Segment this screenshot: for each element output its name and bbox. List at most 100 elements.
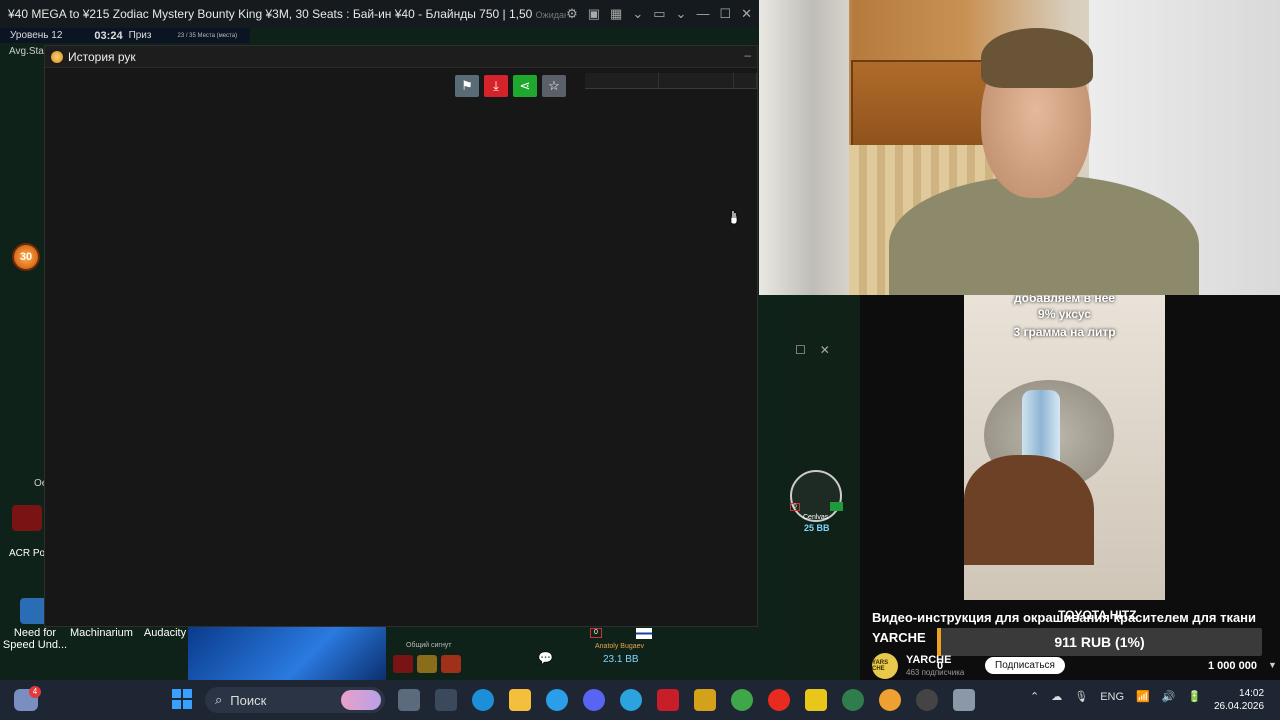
chevron-down-icon[interactable]: ⌄ — [632, 6, 643, 22]
hand-history-window: История рук – ⚑ ⤓ ⋖ ☆ — [44, 45, 758, 627]
donation-goal-fill — [937, 628, 941, 656]
chevron-down-icon[interactable]: ▼ — [1268, 660, 1277, 670]
notification-badge: 4 — [29, 686, 41, 698]
lobby-icon[interactable]: ▣ — [588, 6, 600, 22]
poker-app-icon[interactable] — [842, 689, 864, 711]
chevron-down-icon[interactable]: ⌄ — [676, 6, 687, 22]
clock-time: 14:02 — [1239, 688, 1265, 699]
hand-history-filter-fields[interactable] — [585, 73, 758, 89]
close-icon[interactable]: ✕ — [820, 343, 830, 357]
acr-poker-icon[interactable] — [879, 689, 901, 711]
seats-info: 23 / 35 Места (места) — [177, 32, 238, 39]
search-placeholder: Поиск — [230, 692, 267, 708]
video-hand — [964, 455, 1094, 565]
winamp-icon[interactable] — [694, 689, 716, 711]
pot-label: Общий сигнут — [406, 642, 452, 649]
player-badge: 0 — [790, 503, 800, 511]
poker-window-titlebar[interactable]: ¥40 MEGA to ¥215 Zodiac Mystery Bounty K… — [0, 0, 760, 28]
filter-field[interactable] — [585, 73, 660, 88]
webcam-person-hair — [981, 28, 1093, 88]
clock-date: 26.04.2026 — [1214, 701, 1265, 712]
casino-game-icons — [393, 655, 461, 673]
bet-flop-icon[interactable] — [441, 655, 461, 673]
flag-button[interactable]: ⚑ — [455, 75, 479, 97]
level-clock: 03:24 — [94, 29, 123, 42]
grid-icon[interactable]: ▦ — [610, 6, 622, 22]
settings-icon[interactable] — [953, 689, 975, 711]
minimize-button[interactable]: – — [744, 48, 751, 62]
poker-window-title: ¥40 MEGA to ¥215 Zodiac Mystery Bounty K… — [8, 7, 566, 21]
filter-field[interactable] — [659, 73, 734, 88]
share-button[interactable]: ⋖ — [513, 75, 537, 97]
filter-field[interactable] — [734, 73, 758, 88]
taskbar-apps — [398, 689, 975, 711]
timer-bubble: 30 — [12, 243, 40, 271]
explorer-icon[interactable] — [509, 689, 531, 711]
yandex-icon[interactable] — [768, 689, 790, 711]
start-button[interactable] — [172, 689, 192, 709]
language-indicator[interactable]: ENG — [1100, 691, 1124, 703]
vnc-icon[interactable] — [435, 689, 457, 711]
video-caption-line: добавляем в нее — [1014, 295, 1115, 305]
video-overlay-brand: TOYOTA HITZ — [1058, 608, 1137, 622]
maximize-icon[interactable]: ☐ — [795, 343, 806, 357]
cloud-icon[interactable]: ☁ — [1051, 690, 1062, 703]
file-manager-icon[interactable] — [398, 689, 420, 711]
taskbar-search[interactable]: ⌕ Поиск — [205, 687, 385, 713]
hand-history-titlebar[interactable]: История рук — [45, 46, 757, 68]
opponent-name: Anatoly Bugaev — [595, 643, 645, 650]
video-player[interactable]: добавляем в нее 9% уксус 3 грамма на лит… — [964, 295, 1165, 600]
poker-window-controls: ⚙ ▣ ▦ ⌄ ▭ ⌄ — ☐ ✕ — [566, 6, 760, 22]
star-icon: ☆ — [548, 78, 560, 93]
battery-icon[interactable]: 🔋 — [1187, 690, 1201, 703]
microphone-icon[interactable]: 🎙 — [1074, 690, 1088, 703]
wifi-icon[interactable]: 📶 — [1136, 690, 1150, 703]
minimize-icon[interactable]: — — [696, 6, 709, 22]
maximize-icon[interactable]: ☐ — [719, 6, 731, 22]
favorite-button[interactable]: ☆ — [542, 75, 566, 97]
jackpot-game-icon[interactable] — [417, 655, 437, 673]
casino-game-icon[interactable] — [393, 655, 413, 673]
telegram-icon[interactable] — [620, 689, 642, 711]
download-button[interactable]: ⤓ — [484, 75, 508, 97]
close-icon[interactable]: ✕ — [741, 6, 752, 22]
webcam-curtain — [759, 0, 849, 295]
mouse-cursor-icon — [730, 210, 738, 225]
chat-icon[interactable]: 💬 — [538, 651, 553, 665]
download-icon: ⤓ — [493, 78, 499, 93]
goal-start-value: 0 — [937, 660, 944, 672]
video-caption-line: 3 грамма на литр — [1013, 325, 1116, 339]
wallpaper-fragment — [188, 626, 386, 680]
app-icon[interactable] — [805, 689, 827, 711]
webcam-feed — [759, 0, 1280, 295]
video-title-brand: YARCHE — [872, 630, 926, 645]
opponent-badge: 0 — [590, 628, 602, 638]
player-name: Cenlvas — [803, 514, 829, 521]
search-highlight-image — [341, 690, 381, 710]
app-icon[interactable] — [657, 689, 679, 711]
edge-icon[interactable] — [472, 689, 494, 711]
flag-brazil-icon — [830, 502, 843, 511]
channel-name[interactable]: YARCHE — [906, 654, 951, 666]
channel-avatar[interactable]: YARS CHE — [872, 653, 898, 679]
volume-icon[interactable]: 🔊 — [1162, 690, 1176, 703]
gear-icon[interactable]: ⚙ — [566, 6, 578, 22]
flag-finland-icon — [636, 628, 652, 639]
taskbar-clock[interactable]: 14:02 26.04.2026 — [1214, 687, 1264, 713]
obs-icon[interactable] — [916, 689, 938, 711]
table-window-controls: ☐ ✕ — [795, 343, 830, 357]
browser-icon[interactable] — [546, 689, 568, 711]
opponent-stack: 23.1 BB — [603, 654, 639, 665]
discord-icon[interactable] — [583, 689, 605, 711]
prize-label: Приз — [128, 30, 152, 41]
chrome-icon[interactable] — [731, 689, 753, 711]
video-caption-line: 9% уксус — [1038, 307, 1091, 321]
casino-logo — [12, 505, 42, 531]
avg-stack-label: Avg.Sta — [9, 46, 44, 57]
channel-subscribers: 463 подписчика — [906, 668, 965, 677]
tile-icon[interactable]: ▭ — [653, 6, 665, 22]
share-icon: ⋖ — [519, 78, 531, 93]
subscribe-button[interactable]: Подписаться — [985, 657, 1065, 674]
chevron-up-icon[interactable]: ⌃ — [1030, 690, 1039, 703]
goal-target-value: 1 000 000 — [1208, 660, 1257, 672]
